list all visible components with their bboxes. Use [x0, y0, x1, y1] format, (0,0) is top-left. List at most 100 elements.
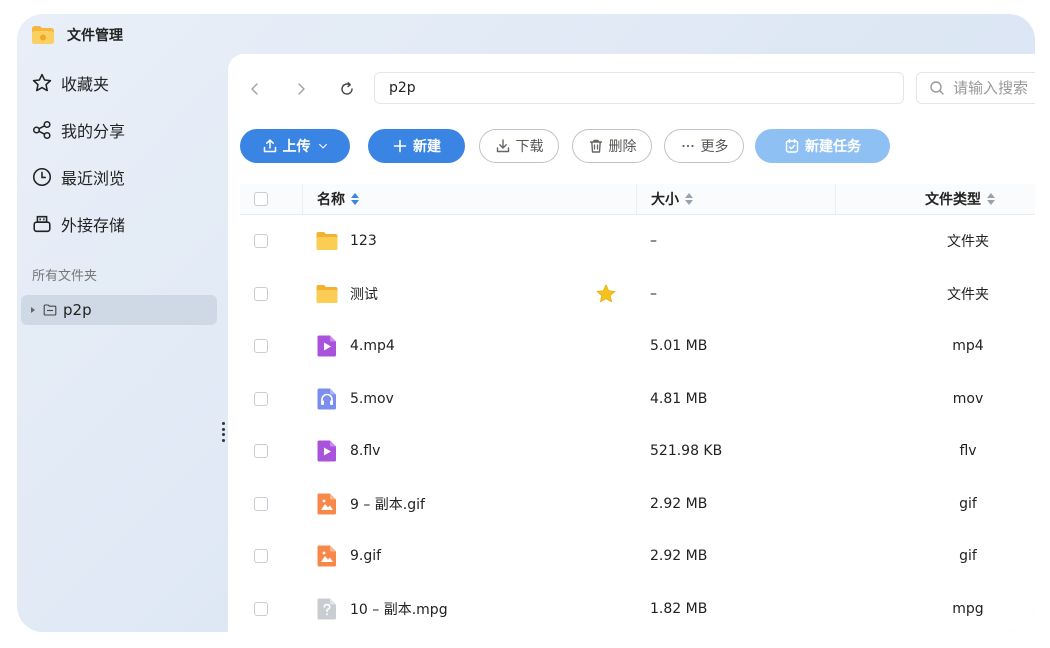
unknown-file-icon [317, 598, 336, 619]
row-checkbox[interactable] [254, 496, 268, 511]
video-icon [317, 440, 336, 462]
action-toolbar: 上传 新建 下载 删除 更多 新建任务 [228, 129, 1035, 163]
folder-icon [316, 284, 338, 303]
image-icon [317, 545, 336, 567]
search-icon [930, 81, 944, 95]
new-task-label: 新建任务 [805, 139, 861, 155]
search-box[interactable] [916, 72, 1035, 104]
chevron-right-icon [298, 83, 305, 95]
file-name[interactable]: 9.gif [350, 530, 381, 582]
table-row[interactable]: 123 – 文件夹 [240, 215, 1035, 268]
main-panel: p2p 上传 [228, 54, 1035, 632]
back-button[interactable] [238, 72, 272, 106]
search-input[interactable] [953, 79, 1035, 97]
all-folders-label: 所有文件夹 [32, 269, 98, 284]
delete-button[interactable]: 删除 [572, 129, 652, 163]
sidebar-item-label: 收藏夹 [61, 75, 110, 94]
video-icon [317, 335, 336, 357]
table-row[interactable]: 10 – 副本.mpg 1.82 MB mpg [240, 583, 1035, 633]
sidebar-item-my-shares[interactable]: 我的分享 [31, 116, 125, 144]
upload-label: 上传 [282, 139, 311, 155]
table-row[interactable]: 9.gif 2.92 MB gif [240, 530, 1035, 583]
clock-icon [32, 167, 52, 187]
file-name[interactable]: 4.mp4 [350, 320, 395, 372]
file-size: 1.82 MB [650, 600, 708, 617]
sort-icon[interactable] [351, 193, 359, 205]
refresh-icon [341, 82, 353, 95]
forward-button[interactable] [284, 72, 318, 106]
file-type: gif [959, 495, 977, 512]
new-button[interactable]: 新建 [368, 129, 465, 163]
file-name[interactable]: 9 – 副本.gif [350, 478, 425, 530]
more-button[interactable]: 更多 [664, 129, 744, 163]
file-size: 5.01 MB [650, 338, 708, 354]
row-checkbox[interactable] [254, 391, 268, 406]
select-all-checkbox[interactable] [254, 192, 268, 206]
download-button[interactable]: 下载 [479, 129, 559, 163]
tree-item-label: p2p [63, 301, 92, 319]
row-checkbox[interactable] [254, 444, 268, 458]
column-header-type[interactable]: 文件类型 [925, 184, 995, 214]
file-type: gif [959, 548, 977, 564]
file-name[interactable]: 123 [350, 215, 377, 267]
refresh-button[interactable] [330, 72, 364, 106]
upload-button[interactable]: 上传 [240, 129, 350, 163]
row-checkbox[interactable] [254, 549, 268, 563]
app-title: 文件管理 [67, 28, 123, 44]
column-header-name[interactable]: 名称 [317, 184, 359, 214]
tree-item-p2p[interactable]: p2p [21, 295, 217, 325]
table-row[interactable]: 8.flv 521.98 KB flv [240, 425, 1035, 478]
more-horizontal-icon [681, 144, 694, 148]
file-manager-window: 文件管理 收藏夹 我的分享 最近浏览 外接存储 所有文件夹 p2p p2p 请输… [17, 14, 1035, 632]
new-task-button[interactable]: 新建任务 [755, 129, 890, 163]
file-name[interactable]: 8.flv [350, 425, 380, 477]
table-row[interactable]: 测试 – 文件夹 [240, 268, 1035, 321]
file-name[interactable]: 10 – 副本.mpg [350, 583, 448, 633]
chevron-down-icon [318, 143, 327, 149]
caret-right-icon[interactable] [31, 307, 35, 313]
table-row[interactable]: 5.mov 4.81 MB mov [240, 373, 1035, 426]
file-type: 文件夹 [947, 286, 989, 303]
column-header-size[interactable]: 大小 [651, 184, 693, 214]
path-input[interactable]: p2p [374, 72, 904, 104]
sidebar-item-label: 最近浏览 [61, 169, 126, 188]
sidebar-item-favorites[interactable]: 收藏夹 [31, 69, 109, 97]
folder-outline-icon [43, 304, 57, 316]
row-checkbox[interactable] [254, 601, 268, 616]
more-label: 更多 [700, 139, 729, 155]
sidebar-resize-handle[interactable] [222, 422, 225, 442]
file-type: mov [952, 390, 984, 407]
favorite-star-icon[interactable] [595, 283, 617, 305]
row-checkbox[interactable] [254, 234, 268, 248]
sidebar-item-label: 我的分享 [61, 122, 126, 141]
image-icon [317, 493, 336, 514]
download-label: 下载 [515, 139, 544, 155]
audio-icon [317, 388, 336, 409]
file-type: mp4 [952, 338, 984, 354]
task-icon [785, 138, 799, 153]
file-size: 4.81 MB [650, 390, 708, 407]
file-type: 文件夹 [947, 234, 989, 250]
file-size: – [650, 285, 657, 302]
external-storage-icon [33, 215, 51, 233]
chevron-left-icon [251, 83, 258, 95]
sidebar-item-recent[interactable]: 最近浏览 [31, 163, 125, 191]
sort-icon[interactable] [987, 193, 995, 205]
sidebar-item-external-storage[interactable]: 外接存储 [31, 210, 125, 238]
sidebar: 收藏夹 我的分享 最近浏览 外接存储 所有文件夹 p2p [17, 54, 228, 632]
navigation-toolbar: p2p [228, 72, 1035, 106]
new-label: 新建 [413, 139, 441, 155]
sort-icon[interactable] [685, 193, 693, 205]
trash-icon [589, 139, 602, 153]
row-checkbox[interactable] [254, 286, 268, 301]
table-row[interactable]: 4.mp4 5.01 MB mp4 [240, 320, 1035, 373]
file-size: 521.98 KB [650, 443, 723, 459]
table-row[interactable]: 9 – 副本.gif 2.92 MB gif [240, 478, 1035, 531]
app-folder-icon [31, 25, 55, 45]
star-outline-icon [32, 73, 52, 92]
row-checkbox[interactable] [254, 339, 268, 353]
plus-icon [393, 139, 407, 153]
file-name[interactable]: 测试 [350, 268, 378, 320]
file-size: – [650, 233, 657, 249]
file-name[interactable]: 5.mov [350, 373, 394, 425]
